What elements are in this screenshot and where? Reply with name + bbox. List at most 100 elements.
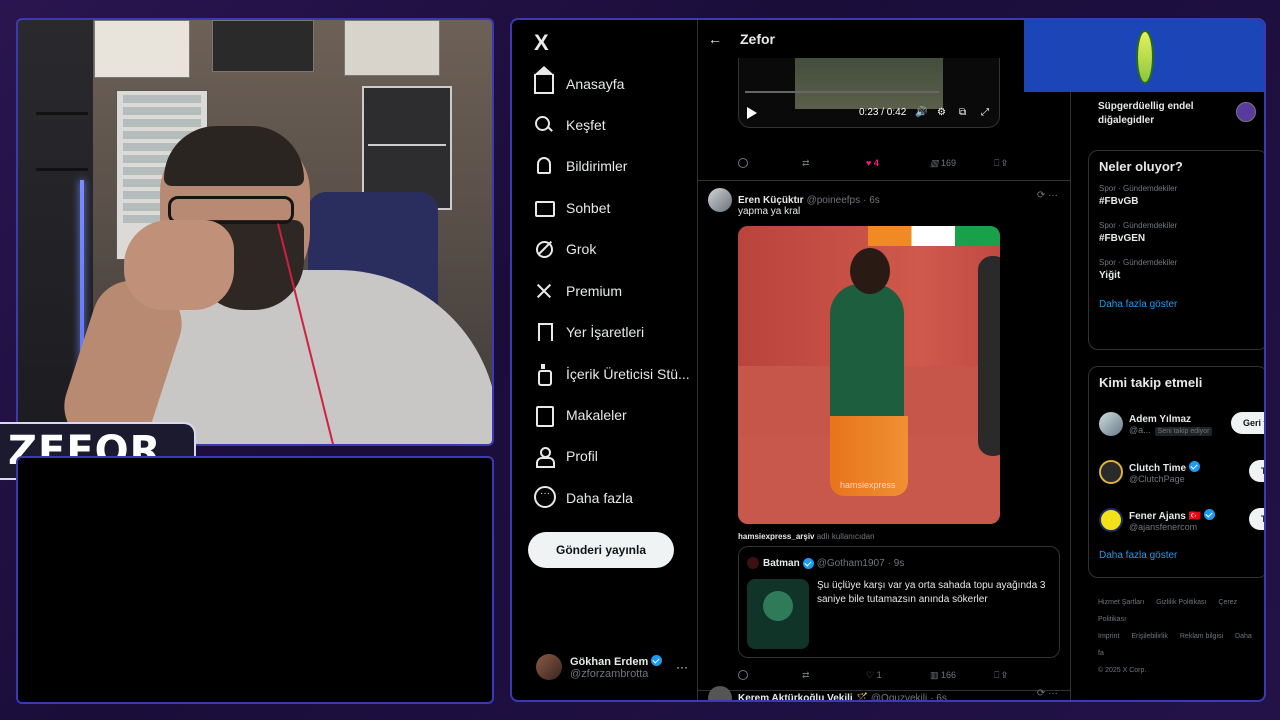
tweet-media-video[interactable]: hamsiexpress	[738, 226, 1000, 524]
footer-link[interactable]: Reklam bilgisi	[1180, 633, 1223, 640]
suggestion-name: Clutch Time	[1129, 462, 1187, 474]
footer-link[interactable]: Hizmet Şartları	[1098, 599, 1144, 606]
poster	[94, 20, 190, 78]
follow-back-button[interactable]: Geri ta	[1231, 412, 1264, 434]
media-watermark: hamsiexpress	[840, 480, 896, 490]
avatar	[1099, 460, 1123, 484]
footer-link[interactable]: Daha fa	[1098, 633, 1252, 657]
nav-item-label: Profil	[566, 448, 598, 464]
nav-item-label: Bildirimler	[566, 158, 628, 174]
follow-button[interactable]: Ta	[1249, 508, 1264, 530]
trends-title: Neler oluyor?	[1099, 159, 1183, 174]
creator-icon	[534, 364, 554, 386]
nav-item-home[interactable]: Anasayfa	[534, 66, 625, 98]
avatar[interactable]	[708, 188, 732, 212]
repost-button[interactable]: ⇄	[802, 670, 866, 681]
follow-suggestion[interactable]: Adem Yılmaz @a... Seni takip ediyor Geri …	[1099, 400, 1264, 448]
follow-suggestion[interactable]: Clutch Time @ClutchPage Ta	[1099, 448, 1264, 496]
nav-item-articles[interactable]: Makaleler	[534, 401, 627, 429]
profile-icon	[534, 446, 555, 468]
nav-item-explore[interactable]: Keşfet	[534, 111, 606, 139]
home-icon	[534, 66, 554, 94]
nav-item-label: Premium	[566, 283, 623, 299]
follow-button[interactable]: Ta	[1249, 460, 1264, 482]
more-icon	[534, 486, 556, 508]
video-player[interactable]: 0:23 / 0:42 🔊 ⚙ ⧉ ⤢	[738, 46, 1000, 128]
reply-button[interactable]	[738, 670, 802, 681]
views-button[interactable]: ▥ 169	[930, 158, 994, 169]
nav-item-grok[interactable]: Grok	[534, 235, 596, 263]
webcam-feed	[16, 18, 494, 446]
media-flag	[868, 226, 1000, 246]
page-title: Zefor	[740, 31, 775, 47]
media-person	[978, 256, 1000, 456]
video-progress-bar[interactable]	[745, 91, 939, 93]
avatar[interactable]	[708, 686, 732, 700]
tweet-header: Kerem Aktürkoğlu Vekili 🪄 @Oguzvekili · …	[708, 686, 1058, 701]
trend-item[interactable]: Süpgerdüellig endel diğalegidler	[1098, 100, 1194, 128]
trends-card: Neler oluyor? Spor · Gündemdekiler #FBvG…	[1088, 150, 1264, 350]
trend-item[interactable]: Spor · Gündemdekiler #FBvGEN	[1099, 221, 1257, 244]
nav-item-bookmarks[interactable]: Yer İşaretleri	[534, 318, 644, 346]
avatar	[536, 654, 562, 680]
reply-icon	[738, 670, 748, 680]
nav-item-label: Keşfet	[566, 117, 606, 133]
search-icon	[534, 115, 554, 135]
tweet-age: · 6s	[863, 194, 880, 206]
trend-category: Spor · Gündemdekiler	[1099, 221, 1178, 230]
show-more-link[interactable]: Daha fazla göster	[1099, 550, 1257, 561]
show-more-link[interactable]: Daha fazla göster	[1099, 299, 1257, 310]
nav-item-notifications[interactable]: Bildirimler	[534, 152, 627, 180]
media-source-suffix: adlı kullanıcıdan	[816, 532, 875, 541]
avatar	[747, 557, 759, 569]
quoted-tweet-image	[747, 579, 809, 649]
pip-icon[interactable]: ⧉	[959, 107, 966, 118]
nav-item-label: Anasayfa	[566, 76, 625, 92]
footer-link[interactable]: Imprint	[1098, 633, 1119, 640]
x-logo-icon[interactable]: X	[534, 30, 549, 56]
nav-item-premium[interactable]: Premium	[534, 277, 622, 305]
bookmark-button[interactable]: ⎕ ⇪	[994, 670, 1058, 681]
nav-item-more[interactable]: Daha fazla	[534, 484, 633, 512]
nav-item-profile[interactable]: Profil	[534, 442, 598, 470]
reply-button[interactable]	[738, 158, 802, 169]
repost-button[interactable]: ⇄	[802, 158, 866, 169]
shelf-line	[36, 112, 88, 115]
account-menu-icon[interactable]: ···	[676, 660, 688, 674]
nav-item-label: Makaleler	[566, 407, 627, 423]
more-options-icon[interactable]: ⟳ ···	[1037, 688, 1058, 699]
shelf-line	[36, 168, 88, 171]
trend-name: #FBvGB	[1099, 196, 1139, 207]
media-person-head	[850, 248, 890, 294]
account-switcher[interactable]: Gökhan Erdem @zforzambrotta ···	[536, 654, 688, 680]
footer-link[interactable]: Erişilebilirlik	[1131, 633, 1168, 640]
views-button[interactable]: ▥ 166	[930, 670, 994, 681]
footer-link[interactable]: Gizlilik Politikası	[1156, 599, 1206, 606]
suggestion-name-row: Clutch Time	[1129, 460, 1201, 474]
nav-item-chat[interactable]: Sohbet	[534, 194, 610, 222]
tweet-author-handle[interactable]: @Oguzvekili	[871, 693, 927, 701]
tweet-author-name[interactable]: Eren Küçüktır	[738, 195, 804, 206]
like-button[interactable]: ♥ 4	[866, 158, 930, 169]
quoted-tweet[interactable]: Batman @Gotham1907 · 9s Şu üçlüye karşı …	[738, 546, 1060, 658]
tweet-author-name[interactable]: Kerem Aktürkoğlu Vekili 🪄	[738, 693, 868, 701]
play-icon[interactable]	[747, 107, 757, 119]
nav-item-creator-studio[interactable]: İçerik Üreticisi Stü...	[534, 360, 690, 388]
media-source-user[interactable]: hamsiexpress_arşiv	[738, 532, 815, 541]
more-options-icon[interactable]: ⟳ ···	[1037, 190, 1058, 201]
suggestion-name: Fener Ajans 🇹🇷	[1129, 510, 1202, 522]
bookmark-button[interactable]: ⎕ ⇪	[994, 158, 1058, 169]
back-arrow-icon[interactable]: ←	[708, 31, 722, 47]
trend-item[interactable]: Spor · Gündemdekiler Yiğit	[1099, 258, 1257, 281]
trend-item[interactable]: Spor · Gündemdekiler #FBvGB	[1099, 184, 1257, 207]
settings-icon[interactable]: ⚙	[937, 107, 946, 118]
volume-icon[interactable]: 🔊	[915, 107, 927, 118]
fullscreen-icon[interactable]: ⤢	[981, 107, 989, 118]
verified-badge-icon	[1204, 508, 1216, 520]
tweet-author-handle[interactable]: @poineefps	[807, 195, 861, 206]
follow-suggestion[interactable]: Fener Ajans 🇹🇷 @ajansfenercom Ta	[1099, 496, 1264, 544]
grok-icon	[534, 239, 554, 259]
verified-badge-icon	[802, 557, 814, 569]
post-button[interactable]: Gönderi yayınla	[528, 532, 674, 568]
like-button[interactable]: ♡ 1	[866, 670, 930, 681]
